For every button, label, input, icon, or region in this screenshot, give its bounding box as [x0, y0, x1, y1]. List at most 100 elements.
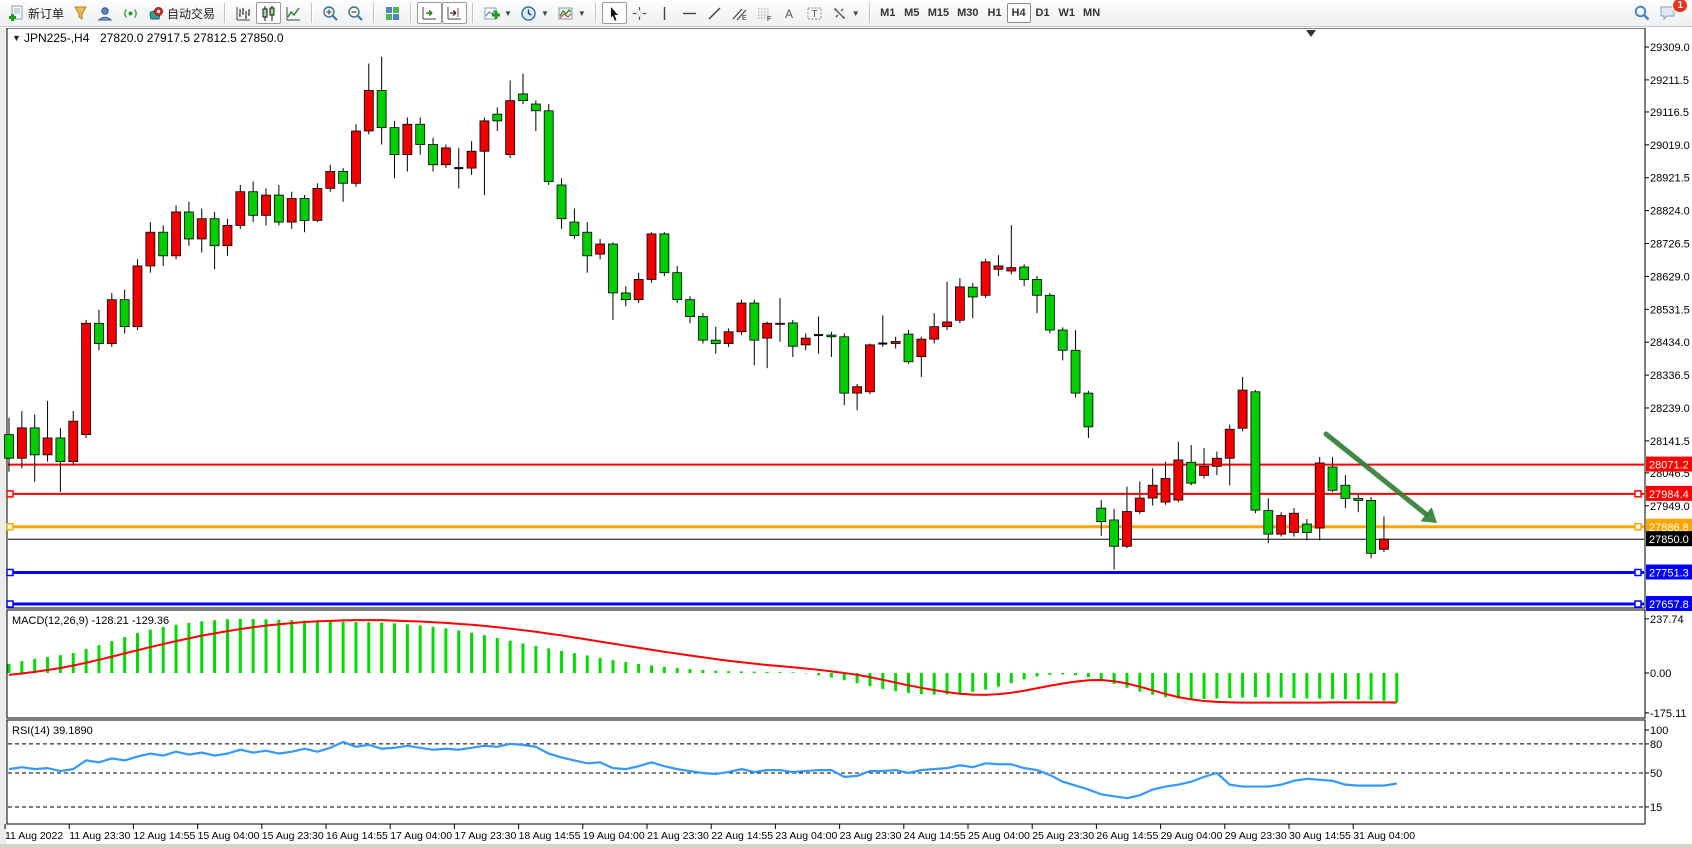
line-handle[interactable] [7, 601, 13, 607]
auto-trading-button[interactable]: 自动交易 [143, 2, 219, 24]
candle-body [1097, 508, 1106, 521]
dropdown-arrow-icon: ▼ [541, 9, 549, 18]
line-handle[interactable] [1635, 491, 1641, 497]
price-line-badge-label: 27984.4 [1649, 489, 1689, 501]
cursor-tool-button[interactable] [602, 2, 627, 24]
line-handle[interactable] [1635, 524, 1641, 530]
timeframe-d1-button[interactable]: D1 [1031, 3, 1055, 23]
timeframe-m1-button[interactable]: M1 [876, 3, 900, 23]
price-axis-label: 28141.5 [1650, 436, 1690, 448]
timeframe-w1-button[interactable]: W1 [1055, 3, 1080, 23]
bar-chart-button[interactable] [231, 2, 256, 24]
candle-body [1135, 498, 1144, 511]
timeframe-m15-button[interactable]: M15 [924, 3, 953, 23]
candle-body [1238, 390, 1247, 428]
date-axis-label: 17 Aug 04:00 [390, 830, 452, 842]
candle-body [1058, 330, 1067, 350]
candlestick-icon [260, 5, 277, 22]
candle-body [1007, 268, 1016, 271]
candle-body [262, 195, 271, 215]
auto-scroll-button[interactable] [417, 2, 442, 24]
candle-body [1264, 511, 1273, 535]
date-axis-label: 12 Aug 14:55 [133, 830, 195, 842]
new-order-button[interactable]: 新订单 [4, 2, 68, 24]
timeframe-m5-button[interactable]: M5 [900, 3, 924, 23]
line-handle[interactable] [7, 524, 13, 530]
candle-body [274, 195, 283, 222]
horizontal-line-tool-button[interactable] [677, 2, 702, 24]
text-icon: A [781, 5, 798, 22]
text-label-tool-button[interactable]: T [802, 2, 827, 24]
text-label-icon: T [806, 5, 823, 22]
timeframe-buttons: M1M5M15M30H1H4D1W1MN [876, 0, 1104, 27]
candle-body [107, 300, 116, 344]
line-handle[interactable] [7, 569, 13, 575]
candlestick-chart-button[interactable] [256, 2, 281, 24]
timeframe-h4-button[interactable]: H4 [1007, 3, 1031, 23]
chart-canvas[interactable]: ▼JPN225-,H427820.0 27917.5 27812.5 27850… [0, 28, 1692, 848]
chart-menu-arrow-icon[interactable]: ▼ [12, 33, 21, 43]
rsi-axis-label: 15 [1650, 802, 1662, 814]
candle-body [313, 188, 322, 220]
arrows-tool-button[interactable]: ▼ [827, 2, 864, 24]
candle-body [184, 212, 193, 239]
price-line-badge-label: 27657.8 [1649, 599, 1689, 611]
candle-body [1033, 279, 1042, 295]
text-tool-button[interactable]: A [777, 2, 802, 24]
horizontal-line-icon [681, 5, 698, 22]
macd-axis-label: -175.11 [1650, 708, 1687, 720]
candle-body [531, 104, 540, 111]
line-handle[interactable] [7, 491, 13, 497]
timeframe-h1-button[interactable]: H1 [983, 3, 1007, 23]
candle-body [223, 225, 232, 245]
date-axis-label: 25 Aug 04:00 [968, 830, 1030, 842]
line-handle[interactable] [1635, 569, 1641, 575]
line-handle[interactable] [1635, 601, 1641, 607]
channel-tool-button[interactable]: E [727, 2, 752, 24]
date-axis-label: 16 Aug 14:55 [326, 830, 388, 842]
price-axis-label: 29019.0 [1650, 140, 1690, 152]
timeframe-m30-button[interactable]: M30 [953, 3, 982, 23]
line-chart-button[interactable] [281, 2, 306, 24]
candle-body [660, 234, 669, 273]
tile-windows-button[interactable] [380, 2, 405, 24]
main-panel [7, 28, 1645, 608]
trendline-tool-button[interactable] [702, 2, 727, 24]
crosshair-tool-button[interactable] [627, 2, 652, 24]
candle-body [82, 323, 91, 434]
candle-body [94, 323, 103, 343]
candle-body [544, 111, 553, 182]
macd-axis-label: 237.74 [1650, 614, 1684, 626]
candle-body [1084, 393, 1093, 427]
periods-button[interactable]: ▼ [516, 2, 553, 24]
chart-shift-button[interactable] [442, 2, 467, 24]
candle-body [403, 124, 412, 154]
add-indicator-button[interactable]: ▼ [479, 2, 516, 24]
candle-body [1302, 524, 1311, 532]
fibonacci-tool-button[interactable]: F [752, 2, 777, 24]
price-axis-label: 29309.0 [1650, 42, 1690, 54]
price-line-badge-label: 27751.3 [1649, 567, 1689, 579]
price-axis-label: 28629.0 [1650, 271, 1690, 283]
date-axis-label: 23 Aug 23:30 [840, 830, 902, 842]
zoom-out-button[interactable] [343, 2, 368, 24]
search-button[interactable] [1629, 2, 1655, 24]
vertical-line-tool-button[interactable] [652, 2, 677, 24]
signals-button[interactable] [118, 2, 143, 24]
candle-body [17, 428, 26, 458]
price-axis-label: 28921.5 [1650, 173, 1690, 185]
candle-body [506, 101, 515, 155]
fibonacci-icon: F [756, 5, 773, 22]
templates-button[interactable]: ▼ [553, 2, 590, 24]
timeframe-mn-button[interactable]: MN [1079, 3, 1104, 23]
notifications-button[interactable]: 1 [1655, 2, 1682, 24]
candle-body [801, 338, 810, 345]
macd-label: MACD(12,26,9) -128.21 -129.36 [12, 615, 169, 627]
candle-body [56, 438, 65, 462]
accounts-button[interactable] [93, 2, 118, 24]
candle-body [686, 300, 695, 317]
candle-body [763, 323, 772, 338]
market-watch-button[interactable] [68, 2, 93, 24]
price-axis-label: 29211.5 [1650, 75, 1689, 87]
zoom-in-button[interactable] [318, 2, 343, 24]
